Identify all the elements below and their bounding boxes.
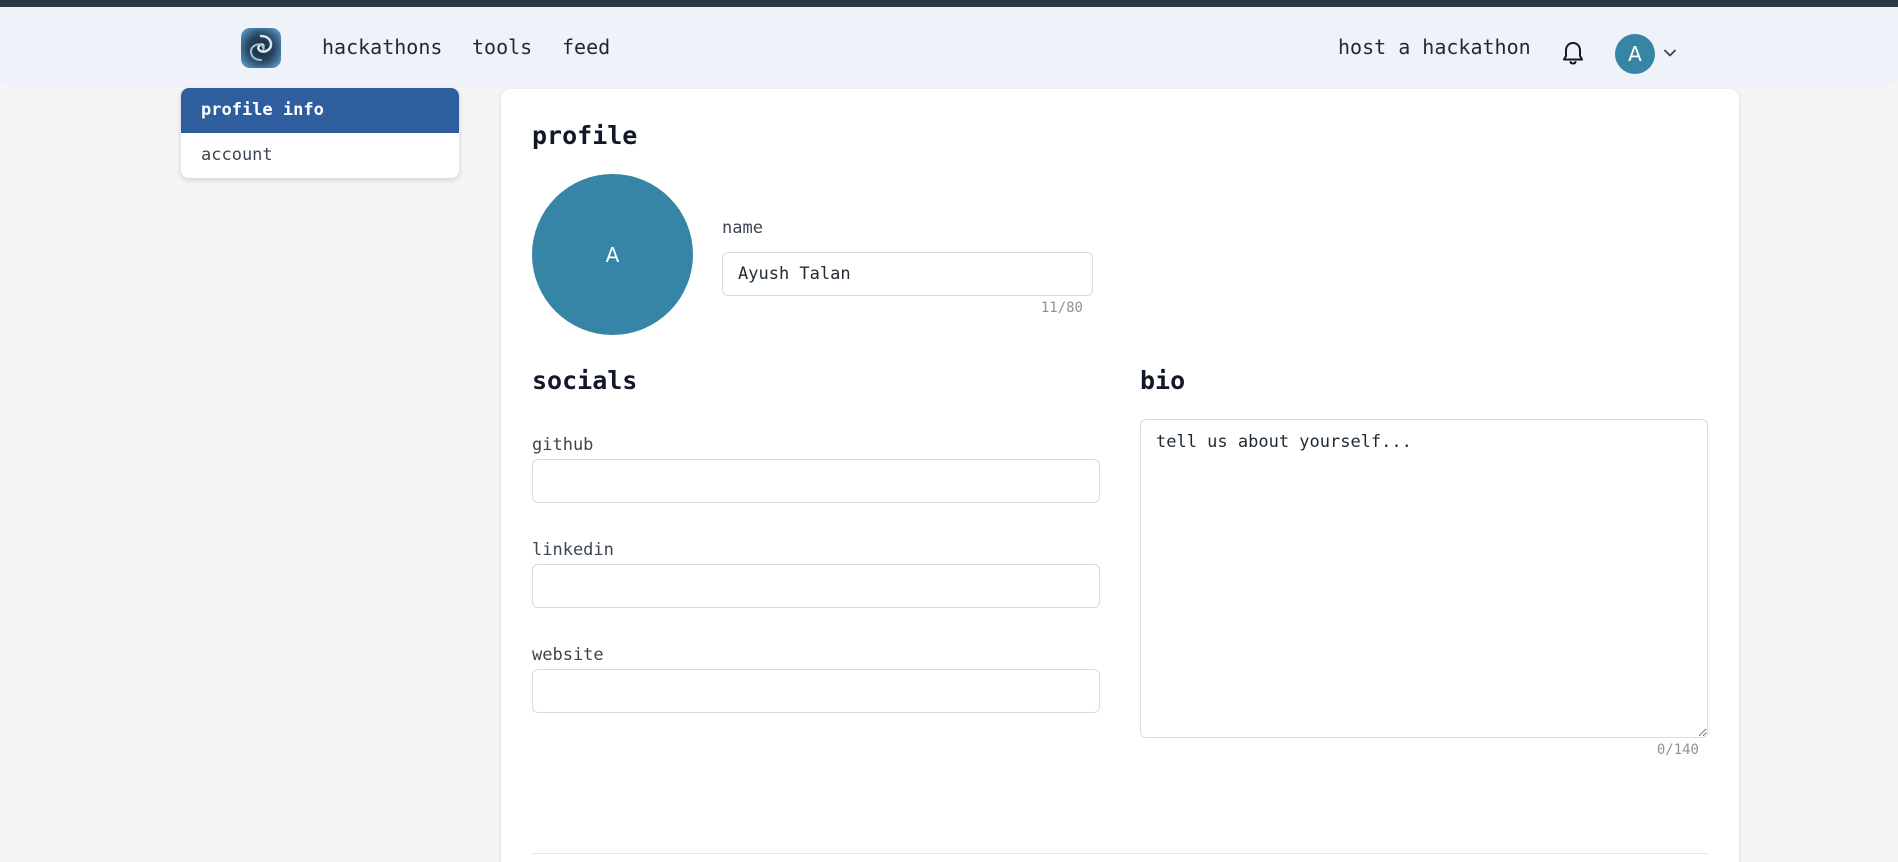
bio-char-counter: 0/140 [1656, 742, 1699, 758]
swirl-logo[interactable] [241, 28, 281, 68]
website-input[interactable] [532, 669, 1100, 713]
sidebar-item-account[interactable]: account [181, 133, 459, 178]
section-divider [532, 853, 1708, 854]
github-label: github [532, 435, 594, 455]
bell-icon[interactable] [1561, 41, 1585, 67]
bio-textarea[interactable] [1140, 419, 1708, 738]
sidebar-item-profile-info[interactable]: profile info [181, 88, 459, 133]
name-label: name [722, 218, 763, 238]
user-avatar[interactable]: A [1615, 34, 1655, 74]
github-input[interactable] [532, 459, 1100, 503]
profile-avatar-initial: A [605, 242, 620, 267]
bio-heading: bio [1140, 366, 1186, 395]
settings-sidebar: profile info account [181, 88, 459, 178]
nav-tools[interactable]: tools [472, 36, 532, 58]
nav-feed[interactable]: feed [562, 36, 610, 58]
name-char-counter: 11/80 [1040, 300, 1083, 316]
linkedin-input[interactable] [532, 564, 1100, 608]
host-hackathon-link[interactable]: host a hackathon [1338, 36, 1531, 58]
name-input[interactable] [722, 252, 1093, 296]
top-nav: hackathons tools feed host a hackathon A [0, 7, 1898, 87]
user-avatar-initial: A [1628, 42, 1642, 66]
top-strip [0, 0, 1898, 7]
socials-heading: socials [532, 366, 638, 395]
profile-avatar[interactable]: A [532, 174, 693, 335]
linkedin-label: linkedin [532, 540, 614, 560]
profile-card: profile A name 11/80 socials github link… [501, 89, 1739, 862]
profile-heading: profile [532, 121, 638, 150]
chevron-down-icon[interactable] [1663, 45, 1677, 59]
nav-hackathons[interactable]: hackathons [322, 36, 442, 58]
website-label: website [532, 645, 604, 665]
